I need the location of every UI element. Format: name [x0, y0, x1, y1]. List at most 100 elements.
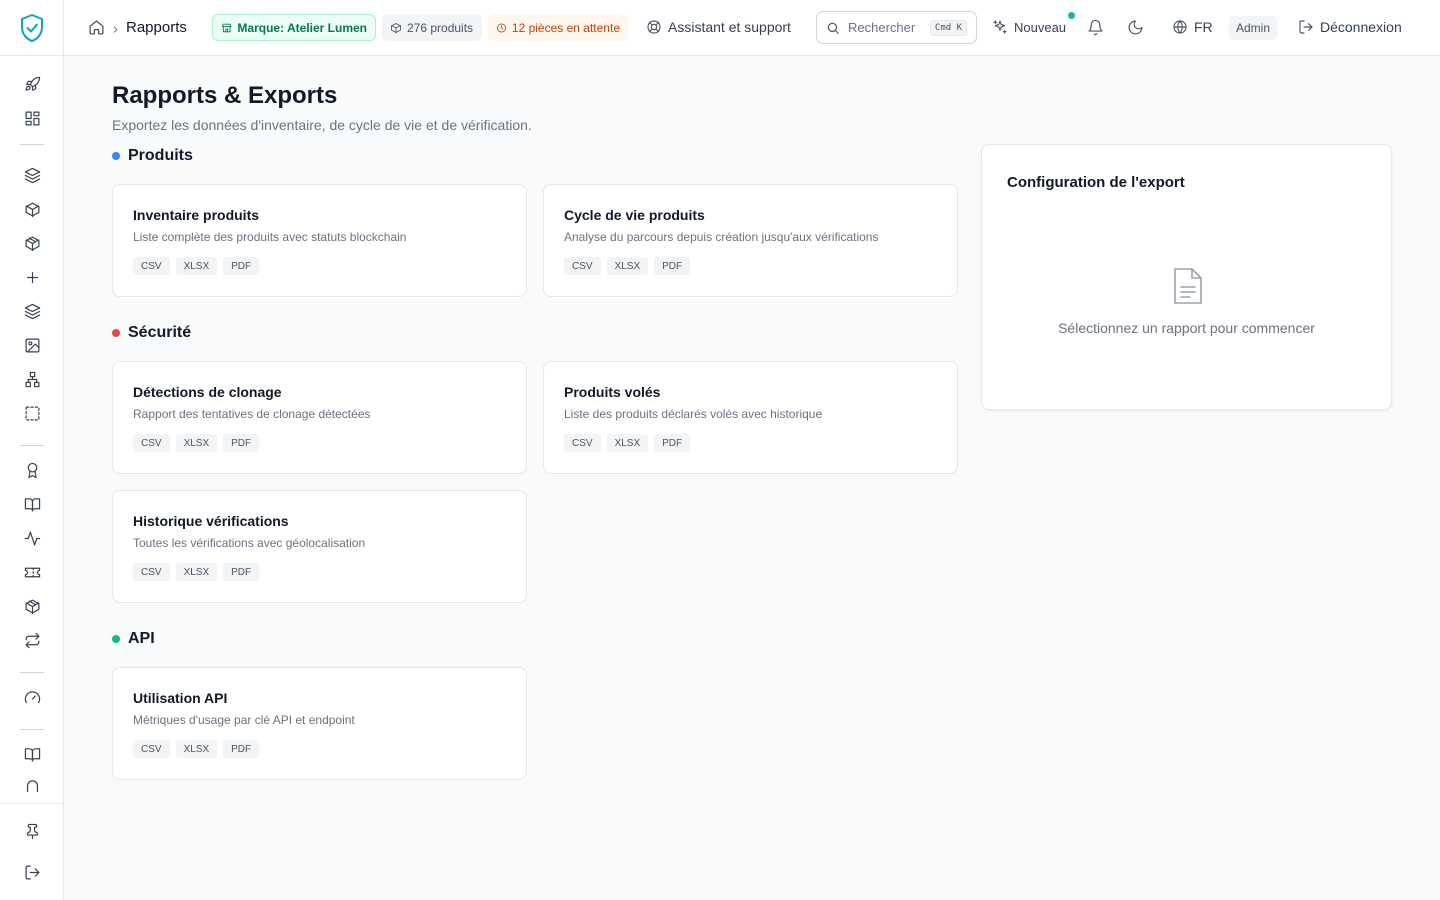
globe-icon: [1173, 20, 1187, 34]
home-icon[interactable]: [88, 19, 105, 36]
search-placeholder: Rechercher: [848, 20, 916, 35]
format-list: CSV XLSX PDF: [133, 257, 506, 275]
arch-icon[interactable]: [22, 778, 42, 792]
report-card[interactable]: Inventaire produits Liste complète des p…: [112, 184, 527, 297]
section-label: API: [128, 630, 155, 647]
support-link[interactable]: Assistant et support: [646, 19, 791, 35]
format-badge: CSV: [133, 434, 170, 452]
products-count-pill[interactable]: 276 produits: [382, 14, 482, 41]
logout-button[interactable]: Déconnexion: [1298, 19, 1402, 35]
dashboard-icon[interactable]: [22, 108, 42, 128]
report-card[interactable]: Cycle de vie produits Analyse du parcour…: [543, 184, 958, 297]
report-card[interactable]: Produits volés Liste des produits déclar…: [543, 361, 958, 474]
section-dot: [112, 635, 120, 643]
image-icon[interactable]: [22, 335, 42, 355]
ticket-icon[interactable]: [22, 562, 42, 582]
page-subtitle: Exportez les données d'inventaire, de cy…: [112, 117, 532, 133]
new-button[interactable]: Nouveau: [992, 19, 1066, 35]
package-icon: [391, 22, 401, 33]
sidebar: [0, 0, 64, 900]
new-indicator-dot: [1068, 12, 1075, 19]
format-badge: PDF: [223, 563, 260, 581]
search-icon: [827, 22, 839, 34]
logout-icon[interactable]: [22, 862, 42, 882]
network-icon[interactable]: [22, 369, 42, 389]
format-badge: XLSX: [175, 563, 218, 581]
shield-logo-icon[interactable]: [19, 13, 45, 43]
format-badge: PDF: [654, 434, 691, 452]
report-description: Liste des produits déclarés volés avec h…: [564, 407, 823, 421]
section-dot: [112, 329, 120, 337]
products-count-label: 276 produits: [407, 20, 474, 35]
language-selector[interactable]: FR: [1172, 19, 1213, 35]
sidebar-divider: [20, 729, 44, 730]
sparkles-icon: [993, 20, 1007, 34]
search-input[interactable]: Rechercher Cmd K: [816, 11, 977, 44]
book-icon[interactable]: [22, 744, 42, 764]
chevron-right-icon: [110, 22, 121, 33]
logout-label: Déconnexion: [1320, 19, 1402, 35]
topbar: Rapports Marque: Atelier Lumen 276 produ…: [64, 0, 1440, 56]
report-card[interactable]: Utilisation API Métriques d'usage par cl…: [112, 667, 527, 780]
selection-icon[interactable]: [22, 403, 42, 423]
activity-icon[interactable]: [22, 528, 42, 548]
format-badge: XLSX: [606, 434, 649, 452]
section-label: Produits: [128, 147, 193, 164]
report-title: Inventaire produits: [133, 207, 260, 223]
report-description: Rapport des tentatives de clonage détect…: [133, 407, 371, 421]
export-config-title: Configuration de l'export: [1007, 174, 1185, 191]
book-icon[interactable]: [22, 494, 42, 514]
box-icon[interactable]: [22, 199, 42, 219]
format-list: CSV XLSX PDF: [133, 740, 506, 758]
plus-icon[interactable]: [22, 267, 42, 287]
format-list: CSV XLSX PDF: [564, 257, 937, 275]
pending-pieces-pill[interactable]: 12 pièces en attente: [488, 14, 628, 41]
gauge-icon[interactable]: [22, 687, 42, 707]
award-icon[interactable]: [22, 460, 42, 480]
search-shortcut: Cmd K: [929, 19, 967, 36]
report-title: Utilisation API: [133, 690, 228, 706]
section-dot: [112, 152, 120, 160]
format-badge: XLSX: [175, 434, 218, 452]
report-title: Détections de clonage: [133, 384, 282, 400]
bell-icon[interactable]: [1087, 19, 1104, 36]
format-badge: PDF: [654, 257, 691, 275]
format-badge: XLSX: [175, 257, 218, 275]
package-icon[interactable]: [22, 233, 42, 253]
section-heading-api: API: [112, 630, 155, 648]
format-badge: CSV: [133, 740, 170, 758]
section-heading-securite: Sécurité: [112, 324, 191, 342]
format-badge: XLSX: [606, 257, 649, 275]
document-icon: [1171, 266, 1205, 306]
sidebar-divider: [20, 672, 44, 673]
format-badge: CSV: [564, 434, 601, 452]
format-badge: CSV: [133, 257, 170, 275]
moon-icon[interactable]: [1127, 19, 1144, 36]
format-badge: PDF: [223, 257, 260, 275]
sidebar-footer-divider: [0, 803, 64, 804]
package-icon[interactable]: [22, 596, 42, 616]
section-label: Sécurité: [128, 324, 192, 341]
logout-icon: [1299, 20, 1313, 34]
layers-icon[interactable]: [22, 165, 42, 185]
format-list: CSV XLSX PDF: [564, 434, 937, 452]
page-title: Rapports & Exports: [112, 82, 338, 109]
repeat-icon[interactable]: [22, 630, 42, 650]
report-card[interactable]: Historique vérifications Toutes les véri…: [112, 490, 527, 603]
section-heading-produits: Produits: [112, 147, 193, 165]
role-badge: Admin: [1229, 16, 1278, 40]
report-title: Historique vérifications: [133, 513, 289, 529]
rocket-icon[interactable]: [22, 74, 42, 94]
report-card[interactable]: Détections de clonage Rapport des tentat…: [112, 361, 527, 474]
brand-pill[interactable]: Marque: Atelier Lumen: [212, 14, 376, 41]
report-title: Produits volés: [564, 384, 661, 400]
brand-pill-label: Marque: Atelier Lumen: [237, 20, 367, 35]
export-config-panel: Configuration de l'export Sélectionnez u…: [981, 144, 1392, 410]
clock-icon: [496, 23, 506, 32]
store-icon: [221, 23, 232, 32]
pending-pieces-label: 12 pièces en attente: [511, 20, 620, 35]
pin-icon[interactable]: [22, 821, 42, 841]
lifebuoy-icon: [647, 20, 661, 34]
format-badge: PDF: [223, 434, 260, 452]
layers-icon[interactable]: [22, 301, 42, 321]
